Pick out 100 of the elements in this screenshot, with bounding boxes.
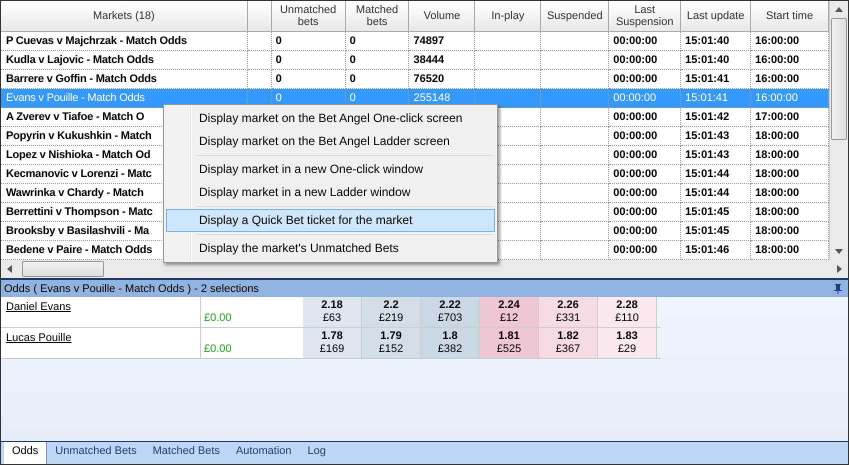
table-cell: 16:00:00 — [755, 54, 800, 66]
price-cell[interactable]: 1.8 £382 — [421, 328, 480, 358]
table-cell: 255148 — [413, 92, 450, 104]
up-arrow-icon[interactable] — [835, 7, 843, 12]
left-arrow-icon[interactable] — [7, 265, 12, 273]
table-cell: 00:00:00 — [613, 149, 658, 161]
scrollbar-thumb[interactable] — [22, 261, 104, 277]
tab[interactable]: Log — [300, 442, 334, 464]
table-cell: 18:00:00 — [755, 187, 800, 199]
table-cell: 18:00:00 — [755, 168, 800, 180]
table-cell: Evans v Pouille - Match Odds — [6, 92, 145, 104]
menu-item[interactable]: Display market in a new Ladder window — [166, 181, 495, 204]
tab[interactable]: Automation — [228, 442, 300, 464]
price-cell[interactable]: 1.82 £367 — [539, 328, 598, 358]
price-cell[interactable]: 2.28 £110 — [598, 297, 657, 327]
price-cell[interactable]: 2.24 £12 — [480, 297, 539, 327]
table-cell: 0 — [276, 54, 282, 66]
table-cell: 38444 — [413, 54, 444, 66]
table-cell: 15:01:40 — [685, 35, 730, 47]
table-cell: 0 — [350, 92, 356, 104]
table-cell: 15:01:44 — [685, 187, 730, 199]
table-cell: 00:00:00 — [613, 225, 658, 237]
table-cell: Wawrinka v Chardy - Match — [6, 187, 144, 199]
table-cell: 18:00:00 — [755, 244, 800, 256]
profit-value: £0.00 — [204, 312, 232, 324]
column-header[interactable]: Suspended — [541, 1, 610, 32]
table-cell: 17:00:00 — [755, 111, 800, 123]
scrollbar-thumb[interactable] — [831, 18, 847, 140]
table-cell: 00:00:00 — [613, 187, 658, 199]
profit-value: £0.00 — [204, 343, 232, 355]
column-header[interactable]: Last update — [681, 1, 752, 32]
table-cell: P Cuevas v Majchrzak - Match Odds — [6, 35, 187, 47]
table-cell: 15:01:45 — [685, 206, 730, 218]
column-header[interactable]: Volume — [409, 1, 476, 32]
table-cell: Popyrin v Kukushkin - Match — [6, 130, 152, 142]
panel-title: Odds ( Evans v Pouille - Match Odds ) - 2 selections — [4, 282, 259, 294]
selection-link[interactable]: Daniel Evans — [6, 301, 71, 313]
table-cell: 16:00:00 — [755, 35, 800, 47]
table-cell: Berrettini v Thompson - Matc — [6, 206, 153, 218]
market-row[interactable]: Kudla v Lajovic - Match Odds 0 0 38444 00:00:00 15:01:40 16:00:00 — [1, 51, 830, 70]
down-arrow-icon[interactable] — [835, 249, 843, 254]
price-cell[interactable]: 2.22 £703 — [421, 297, 480, 327]
table-cell: 18:00:00 — [755, 206, 800, 218]
table-cell: 15:01:42 — [685, 111, 730, 123]
table-cell: A Zverev v Tiafoe - Match O — [6, 111, 144, 123]
table-cell: 00:00:00 — [613, 168, 658, 180]
table-cell: 0 — [350, 35, 356, 47]
table-cell: 18:00:00 — [755, 225, 800, 237]
table-cell: 00:00:00 — [613, 130, 658, 142]
price-cell[interactable]: 1.81 £525 — [480, 328, 539, 358]
table-cell: 00:00:00 — [613, 244, 658, 256]
table-cell: 0 — [350, 54, 356, 66]
pin-icon[interactable] — [834, 284, 842, 294]
menu-item[interactable]: Display a Quick Bet ticket for the market — [166, 209, 495, 232]
column-header[interactable]: Matched bets — [346, 1, 410, 32]
table-cell: 15:01:40 — [685, 54, 730, 66]
horizontal-scrollbar[interactable] — [1, 260, 848, 278]
column-header[interactable]: In-play — [475, 1, 542, 32]
table-cell: 00:00:00 — [613, 111, 658, 123]
price-cell[interactable]: 2.18 £63 — [303, 297, 362, 327]
table-cell: 15:01:43 — [685, 149, 730, 161]
table-cell: 18:00:00 — [755, 149, 800, 161]
price-cell[interactable]: 1.78 £169 — [303, 328, 362, 358]
table-cell: Kudla v Lajovic - Match Odds — [6, 54, 154, 66]
table-cell: 15:01:43 — [685, 130, 730, 142]
table-cell: 16:00:00 — [755, 73, 800, 85]
tab[interactable]: Matched Bets — [144, 442, 228, 464]
selection-link[interactable]: Lucas Pouille — [6, 332, 72, 344]
tab[interactable]: Unmatched Bets — [47, 442, 145, 464]
price-cell[interactable]: 2.2 £219 — [362, 297, 421, 327]
table-cell: 00:00:00 — [613, 54, 658, 66]
table-cell: 15:01:44 — [685, 168, 730, 180]
table-cell: Kecmanovic v Lorenzi - Matc — [6, 168, 152, 180]
menu-item[interactable]: Display market on the Bet Angel One-click screen — [166, 107, 495, 130]
right-arrow-icon[interactable] — [837, 265, 842, 273]
table-cell: 0 — [276, 35, 282, 47]
table-cell: 15:01:45 — [685, 225, 730, 237]
table-cell: Bedene v Paire - Match Odds — [6, 244, 152, 256]
table-cell: 15:01:46 — [685, 244, 730, 256]
table-cell: 0 — [276, 92, 282, 104]
table-cell: 00:00:00 — [613, 92, 656, 104]
table-cell: 18:00:00 — [755, 130, 800, 142]
table-cell: 0 — [350, 73, 356, 85]
column-header[interactable]: Start time — [751, 1, 829, 32]
price-cell[interactable]: 1.83 £29 — [598, 328, 657, 358]
price-cell[interactable]: 1.79 £152 — [362, 328, 421, 358]
table-cell: 74897 — [413, 35, 444, 47]
column-header[interactable]: Unmatched bets — [272, 1, 346, 32]
table-cell: 16:00:00 — [755, 92, 798, 104]
table-cell: 15:01:41 — [685, 92, 728, 104]
tab[interactable]: Odds — [4, 442, 48, 464]
table-cell: 00:00:00 — [613, 73, 658, 85]
vertical-scrollbar[interactable] — [829, 1, 848, 260]
column-header[interactable]: Markets (18) — [1, 1, 248, 32]
table-cell: 00:00:00 — [613, 206, 658, 218]
market-row[interactable]: P Cuevas v Majchrzak - Match Odds 0 0 74897 00:00:00 15:01:40 16:00:00 — [1, 32, 830, 51]
table-cell: Lopez v Nishioka - Match Od — [6, 149, 150, 161]
table-cell: 00:00:00 — [613, 35, 658, 47]
column-header[interactable]: Last Suspension — [609, 1, 682, 32]
price-cell[interactable]: 2.26 £331 — [539, 297, 598, 327]
